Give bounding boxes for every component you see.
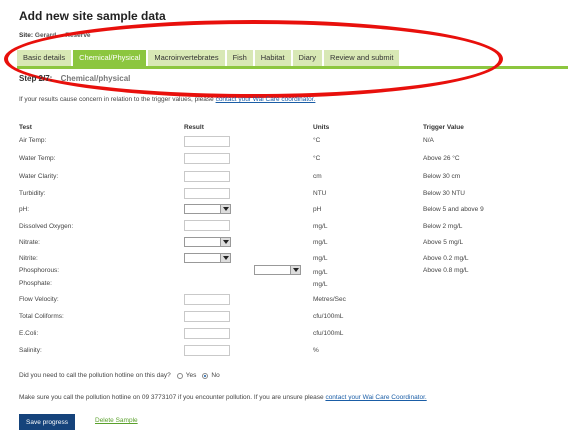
delete-sample-link[interactable]: Delete Sample bbox=[95, 417, 138, 424]
turbidity-input[interactable] bbox=[184, 188, 230, 199]
step-label: Chemical/physical bbox=[60, 74, 131, 83]
units-value: cfu/100mL bbox=[313, 313, 344, 320]
units-value: % bbox=[313, 347, 319, 354]
chevron-down-icon bbox=[220, 254, 230, 262]
test-label: Phosphorous: bbox=[19, 267, 60, 274]
test-label: Water Clarity: bbox=[19, 173, 59, 180]
tab-chemical-physical[interactable]: Chemical/Physical bbox=[73, 50, 147, 66]
test-label: Air Temp: bbox=[19, 137, 47, 144]
units-value: mg/L bbox=[313, 255, 328, 262]
test-label: Turbidity: bbox=[19, 190, 46, 197]
site-line: Site: Gerard ... Reserve bbox=[19, 32, 91, 39]
units-value: NTU bbox=[313, 190, 327, 197]
units-value: °C bbox=[313, 137, 321, 144]
trigger-notice: If your results cause concern in relatio… bbox=[19, 96, 315, 103]
water-temp-input[interactable] bbox=[184, 153, 230, 164]
air-temp-input[interactable] bbox=[184, 136, 230, 147]
nitrate-select[interactable] bbox=[184, 237, 231, 247]
units-value: pH bbox=[313, 206, 322, 213]
site-value: Gerard ... Reserve bbox=[34, 32, 91, 39]
test-label: E.Coli: bbox=[19, 330, 39, 337]
hotline-yes-radio[interactable] bbox=[176, 372, 183, 379]
header-test: Test bbox=[19, 124, 32, 131]
units-value: cfu/100mL bbox=[313, 330, 344, 337]
tab-review-and-submit[interactable]: Review and submit bbox=[324, 50, 400, 66]
header-trigger-value: Trigger Value bbox=[423, 124, 464, 131]
water-clarity-input[interactable] bbox=[184, 171, 230, 182]
phosphorous-select[interactable] bbox=[254, 265, 301, 275]
trigger-value: Below 30 NTU bbox=[423, 190, 465, 197]
trigger-value: Above 5 mg/L bbox=[423, 239, 464, 246]
tab-macroinvertebrates[interactable]: Macroinvertebrates bbox=[148, 50, 225, 66]
test-label: Phosphate: bbox=[19, 280, 52, 287]
notice-text: If your results cause concern in relatio… bbox=[19, 96, 216, 103]
dissolved-oxygen-input[interactable] bbox=[184, 220, 230, 231]
hotline-no-radio[interactable] bbox=[202, 372, 209, 379]
tab-habitat[interactable]: Habitat bbox=[254, 50, 291, 66]
test-label: Total Coliforms: bbox=[19, 313, 64, 320]
header-units: Units bbox=[313, 124, 330, 131]
tab-underline bbox=[17, 66, 568, 69]
save-progress-button[interactable]: Save progress bbox=[19, 414, 75, 430]
units-value: mg/L bbox=[313, 281, 328, 288]
contact-coordinator-link[interactable]: contact your Wai Care coordinator. bbox=[216, 96, 316, 103]
trigger-value: Below 30 cm bbox=[423, 173, 461, 180]
units-value: mg/L bbox=[313, 239, 328, 246]
test-label: Water Temp: bbox=[19, 155, 56, 162]
units-value: °C bbox=[313, 155, 321, 162]
trigger-value: Above 0.8 mg/L bbox=[423, 267, 469, 274]
step-tabs: Basic details Chemical/Physical Macroinv… bbox=[17, 50, 401, 66]
units-value: mg/L bbox=[313, 223, 328, 230]
site-label: Site: bbox=[19, 32, 34, 39]
flow-velocity-input[interactable] bbox=[184, 294, 230, 305]
test-label: Dissolved Oxygen: bbox=[19, 223, 74, 230]
step-heading: Step 2/7: Chemical/physical bbox=[19, 74, 130, 83]
trigger-value: Below 5 and above 9 bbox=[423, 206, 484, 213]
hotline-note: Make sure you call the pollution hotline… bbox=[19, 394, 427, 401]
e-coli-input[interactable] bbox=[184, 328, 230, 339]
trigger-value: N/A bbox=[423, 137, 434, 144]
step-number: Step 2/7: bbox=[19, 74, 53, 83]
units-value: mg/L bbox=[313, 269, 328, 276]
ph-select[interactable] bbox=[184, 204, 231, 214]
test-label: Nitrite: bbox=[19, 255, 38, 262]
chevron-down-icon bbox=[220, 205, 230, 213]
chevron-down-icon bbox=[220, 238, 230, 246]
units-value: Metres/Sec bbox=[313, 296, 346, 303]
test-label: Nitrate: bbox=[19, 239, 40, 246]
units-value: cm bbox=[313, 173, 322, 180]
hotline-note-text: Make sure you call the pollution hotline… bbox=[19, 394, 326, 401]
page-title: Add new site sample data bbox=[19, 9, 166, 23]
total-coliforms-input[interactable] bbox=[184, 311, 230, 322]
chevron-down-icon bbox=[290, 266, 300, 274]
salinity-input[interactable] bbox=[184, 345, 230, 356]
test-label: Salinity: bbox=[19, 347, 42, 354]
hotline-question: Did you need to call the pollution hotli… bbox=[19, 372, 220, 379]
contact-coordinator-link[interactable]: contact your Wai Care Coordinator. bbox=[325, 394, 426, 401]
header-result: Result bbox=[184, 124, 204, 131]
nitrite-select[interactable] bbox=[184, 253, 231, 263]
trigger-value: Below 2 mg/L bbox=[423, 223, 463, 230]
hotline-yes-label[interactable]: Yes bbox=[186, 372, 197, 379]
trigger-value: Above 26 °C bbox=[423, 155, 460, 162]
hotline-question-text: Did you need to call the pollution hotli… bbox=[19, 372, 171, 379]
hotline-no-label[interactable]: No bbox=[211, 372, 219, 379]
tab-basic-details[interactable]: Basic details bbox=[17, 50, 72, 66]
tab-fish[interactable]: Fish bbox=[226, 50, 253, 66]
test-label: pH: bbox=[19, 206, 30, 213]
test-label: Flow Velocity: bbox=[19, 296, 59, 303]
trigger-value: Above 0.2 mg/L bbox=[423, 255, 469, 262]
tab-diary[interactable]: Diary bbox=[292, 50, 323, 66]
